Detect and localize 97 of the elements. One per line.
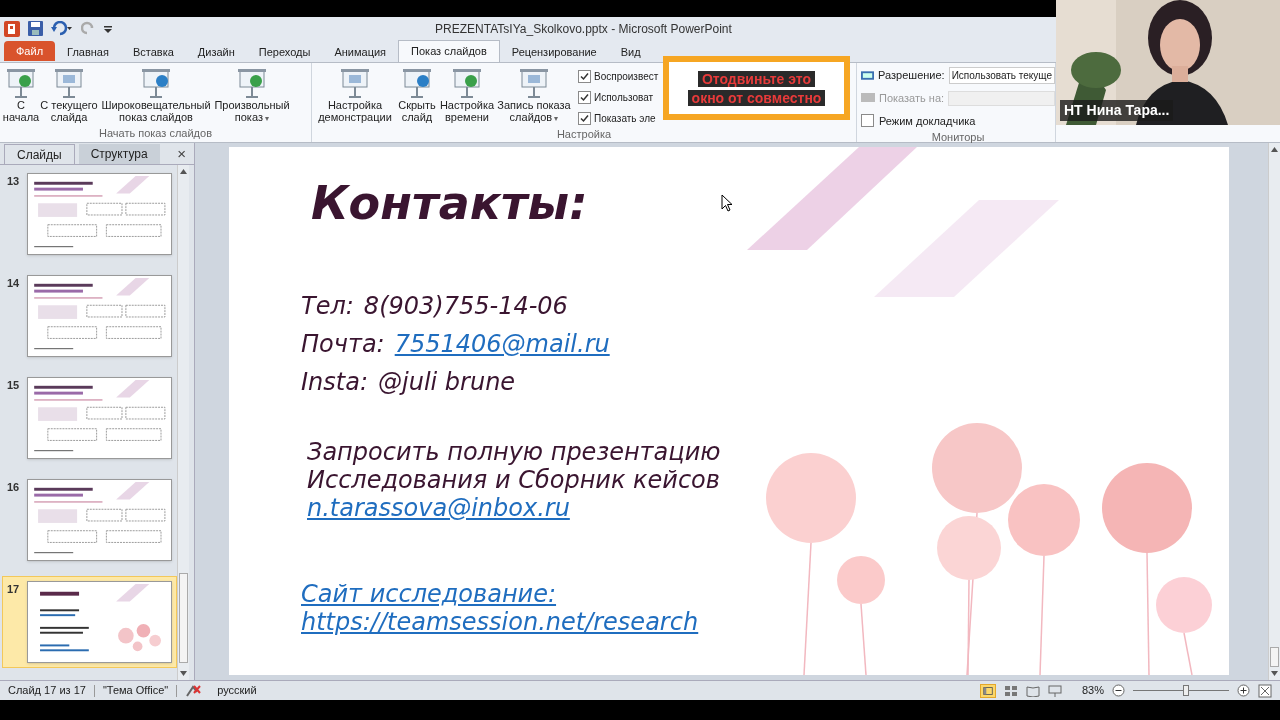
participant-name: НТ Нина Тара... (1060, 100, 1174, 121)
ribbon-tab[interactable]: Главная (55, 42, 121, 62)
projector-screen-icon (518, 67, 550, 99)
monitor-icon (861, 92, 875, 105)
checkbox[interactable] (861, 114, 874, 128)
slide-thumbnail[interactable]: 17 (2, 576, 177, 668)
ribbon-tab[interactable]: Дизайн (185, 42, 247, 62)
ribbon-tab[interactable]: Анимация (322, 42, 399, 62)
request-text: Запросить полную презентацию (307, 438, 721, 466)
checkbox-label: Воспроизвест (594, 70, 659, 84)
group-label: Настройка (555, 127, 613, 142)
panel-tab[interactable]: Структура (78, 144, 160, 164)
contact-label: Почта: (301, 329, 385, 360)
theme-name: "Тема Office" (102, 683, 169, 699)
site-label: Сайт исследование: (301, 580, 557, 608)
panel-tab[interactable]: Слайды (4, 144, 75, 164)
ribbon-button[interactable]: Широковещательный показ слайдов (100, 67, 212, 123)
zoom-out-icon[interactable] (1112, 684, 1125, 697)
slide-title: Контакты: (310, 175, 588, 232)
notice-text: Отодвиньте это (697, 70, 816, 87)
projector-screen-icon (140, 67, 172, 99)
slider-thumb[interactable] (1182, 685, 1189, 696)
ribbon-button[interactable]: Произвольный показ ▾ (214, 67, 290, 125)
projector-screen-icon (236, 67, 268, 99)
checkbox[interactable] (578, 91, 591, 104)
slide-number: 17 (7, 582, 21, 597)
slide-counter: Слайд 17 из 17 (8, 683, 86, 699)
group-label: Мониторы (930, 130, 986, 145)
site-link[interactable]: https://teamsession.net/research (301, 608, 699, 636)
ribbon-button[interactable]: С текущего слайда (40, 67, 98, 123)
undo-icon[interactable] (51, 21, 73, 36)
resolution-dropdown[interactable]: Использовать текуще (948, 67, 1055, 84)
spellcheck-icon[interactable] (185, 683, 202, 698)
projector-screen-icon (339, 67, 371, 99)
save-icon[interactable] (28, 21, 43, 36)
reading-view-icon[interactable] (1025, 684, 1040, 697)
projector-screen-icon (53, 67, 85, 99)
scrollbar-thumb[interactable] (179, 573, 188, 663)
cursor-icon (721, 194, 733, 213)
fit-window-icon[interactable] (1258, 683, 1272, 698)
language[interactable]: русский (217, 682, 257, 699)
checkbox[interactable] (578, 112, 591, 125)
slide-thumbnail[interactable]: 14 (2, 270, 177, 362)
slide-number: 15 (7, 378, 21, 393)
close-button[interactable]: × (173, 144, 190, 164)
scroll-up-icon[interactable] (180, 169, 187, 174)
check-icon (580, 72, 589, 81)
slide-thumbnail[interactable]: 13 (2, 168, 177, 260)
contact-value: 8(903)755-14-06 (363, 291, 568, 322)
checkbox-label: Режим докладчика (879, 113, 976, 129)
ribbon-tab[interactable]: Переходы (246, 42, 323, 62)
slide-number: 13 (7, 174, 21, 189)
ribbon-button[interactable]: Настройка времени (440, 67, 494, 123)
sorter-view-icon[interactable] (1003, 684, 1018, 697)
ribbon-tab[interactable]: Показ слайдов (398, 40, 500, 62)
zoom-percent[interactable]: 83% (1081, 682, 1104, 699)
slide-thumbnail[interactable]: 16 (2, 474, 177, 566)
ribbon-tab[interactable]: Вставка (120, 42, 186, 62)
contact-label: Insta: (301, 367, 368, 398)
zoom-slider[interactable] (1133, 684, 1229, 697)
scrollbar-thumb[interactable] (1270, 647, 1279, 667)
notice-text: окно от совместно (687, 89, 826, 106)
projector-screen-icon (5, 67, 37, 99)
app-logo-icon (4, 20, 20, 37)
scroll-up-icon[interactable] (1271, 147, 1278, 152)
projector-screen-icon (401, 67, 433, 99)
scroll-down-icon[interactable] (1271, 671, 1278, 676)
ribbon-button[interactable]: Настройка демонстрации (316, 67, 394, 123)
ribbon-button[interactable]: С начала (4, 67, 38, 123)
field-label: Показать на: (879, 91, 945, 106)
slide-number: 16 (7, 480, 21, 495)
checkbox-label: Показать эле (594, 112, 656, 126)
check-icon (580, 93, 589, 102)
projector-screen-icon (451, 67, 483, 99)
request-text: Исследования и Сборник кейсов (307, 466, 720, 494)
slide-thumbnail[interactable]: 15 (2, 372, 177, 464)
ribbon-button[interactable]: Скрыть слайд (396, 67, 438, 123)
slide-number: 14 (7, 276, 21, 291)
email-link[interactable]: n.tarassova@inbox.ru (307, 494, 570, 522)
group-label: Начать показ слайдов (97, 126, 213, 141)
window-title: PREZENTATsIYa_Skolkovo.pptx - Microsoft PowerPoint (435, 20, 732, 38)
monitor-icon (861, 69, 875, 82)
contact-label: Тел: (301, 291, 354, 322)
field-label: Разрешение: (878, 68, 945, 84)
ribbon-tab[interactable]: Рецензирование (499, 42, 609, 62)
slideshow-view-icon[interactable] (1047, 684, 1062, 697)
checkbox-label: Использоват (594, 91, 654, 105)
ribbon-tab[interactable]: Вид (608, 42, 653, 62)
contact-value: @juli brune (378, 367, 516, 398)
check-icon (580, 114, 589, 123)
ribbon-button[interactable]: Запись показа слайдов ▾ (496, 67, 572, 125)
zoom-in-icon[interactable] (1237, 684, 1250, 697)
scroll-down-icon[interactable] (180, 671, 187, 676)
normal-view-icon[interactable] (979, 683, 996, 698)
ribbon-tab[interactable]: Файл (4, 41, 56, 61)
email-link[interactable]: 7551406@mail.ru (394, 326, 610, 362)
checkbox[interactable] (578, 70, 591, 83)
